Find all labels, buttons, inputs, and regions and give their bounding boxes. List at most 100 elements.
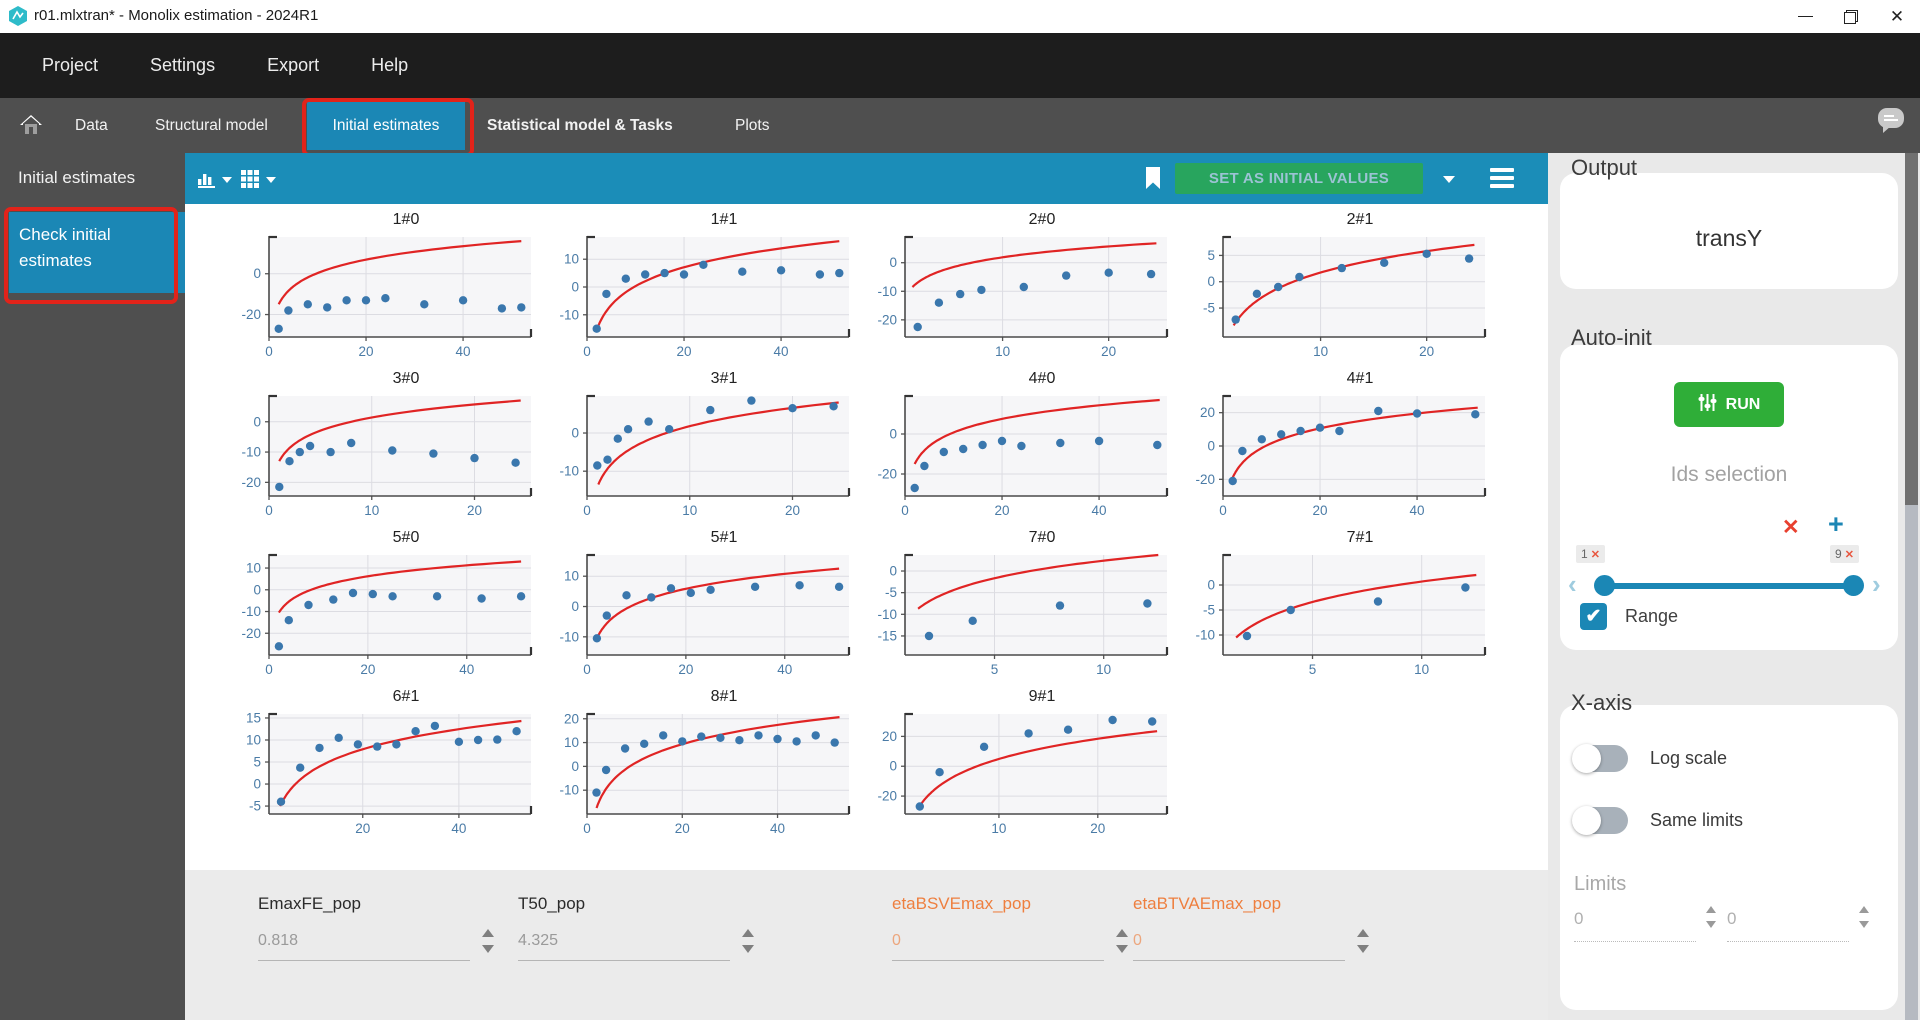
tab-data[interactable]: Data [75,98,108,153]
svg-text:0: 0 [1207,578,1215,593]
bookmark-icon[interactable] [1145,167,1161,194]
sidebar-item-check-initial-estimates[interactable]: Check initial estimates [9,212,185,293]
svg-text:0: 0 [1219,503,1227,518]
subplot-canvas: 10 20 5 0 -5 [1203,235,1487,359]
svg-text:10: 10 [991,821,1006,836]
slider-handle-max[interactable] [1843,575,1864,596]
slider-track[interactable] [1596,583,1862,589]
limit-min-stepper[interactable] [1704,903,1718,936]
subplot-2-0: 2#0 10 20 0 -10 -20 [863,207,1181,366]
slider-right-chevron-icon[interactable]: › [1872,571,1881,597]
svg-text:0: 0 [901,503,909,518]
add-ids-icon[interactable]: + [1828,511,1844,538]
output-selected-value[interactable]: transY [1560,225,1898,252]
parameter-stepper[interactable] [740,926,756,961]
slider-min-tag: 1 ✕ [1576,545,1605,563]
scrollbar-thumb[interactable] [1905,153,1918,505]
restore-button[interactable] [1828,0,1874,33]
svg-text:0: 0 [253,414,261,429]
svg-text:20: 20 [1090,821,1105,836]
parameter-stepper[interactable] [1355,926,1371,961]
subplot-1-0: 1#0 0 20 40 0 -20 [227,207,545,366]
svg-text:20: 20 [677,344,692,359]
chart-type-caret-icon[interactable] [222,177,232,183]
tab-structural-model[interactable]: Structural model [155,98,268,153]
svg-text:0: 0 [253,582,261,597]
subplot-canvas: 0 20 40 20 10 0 -10 [559,711,851,836]
monolix-logo-icon [8,6,28,26]
svg-text:-20: -20 [877,312,897,327]
subplot-canvas: 20 40 15 10 5 0 -5 [246,710,533,836]
svg-text:40: 40 [774,344,789,359]
limit-max-input[interactable] [1727,905,1849,942]
tab-statistical-model-tasks[interactable]: Statistical model & Tasks [487,98,673,153]
limit-max-stepper[interactable] [1857,903,1871,936]
set-as-initial-values-button[interactable]: SET AS INITIAL VALUES [1175,163,1423,194]
limit-min-input[interactable] [1574,905,1696,942]
svg-text:20: 20 [882,729,897,744]
range-checkbox[interactable]: ✔ [1580,603,1607,630]
subplot-canvas: 5 10 0 -5 -10 -15 [877,553,1169,677]
feedback-bubble-icon[interactable] [1876,106,1906,139]
svg-text:10: 10 [246,561,261,576]
minimize-button[interactable] [1782,0,1828,33]
same-limits-toggle[interactable] [1572,806,1628,835]
svg-text:5: 5 [1309,662,1317,677]
svg-text:10: 10 [995,344,1010,359]
set-values-caret-icon[interactable] [1443,176,1455,183]
tab-bar: Data Structural model Initial estimates … [0,98,1920,157]
menu-project[interactable]: Project [16,55,124,76]
svg-text:-10: -10 [241,604,261,619]
menu-export[interactable]: Export [241,55,345,76]
svg-text:-20: -20 [241,626,261,641]
parameter-value-input[interactable] [892,928,1104,961]
run-button[interactable]: RUN [1674,382,1784,427]
sidebar-title: Initial estimates [18,168,136,187]
svg-text:-10: -10 [241,445,261,460]
close-button[interactable]: ✕ [1874,0,1920,33]
main-area: SET AS INITIAL VALUES 1#0 0 20 40 0 -20 1#1 0 20… [185,153,1548,1020]
panel-scrollbar[interactable] [1905,153,1918,1020]
grid-layout-icon[interactable] [241,170,259,193]
plot-grid: 1#0 0 20 40 0 -20 1#1 0 20 40 10 0 -10 2#0 10 20 0 -10 -20… [227,207,1499,843]
x-axis-card: Log scale Same limits Limits [1560,705,1898,1010]
menu-bar: Project Settings Export Help [0,33,1920,98]
slider-left-chevron-icon[interactable]: ‹ [1568,571,1577,597]
slider-handle-min[interactable] [1594,575,1615,596]
ids-selection-label: Ids selection [1670,463,1788,486]
parameter-stepper[interactable] [1114,926,1130,961]
subplot-4-1: 4#1 0 20 40 20 0 -20 [1181,366,1499,525]
parameter-value-input[interactable] [1133,928,1345,961]
hamburger-menu-icon[interactable] [1490,168,1514,192]
svg-text:0: 0 [583,662,591,677]
svg-text:0: 0 [583,344,591,359]
remove-ids-icon[interactable]: ✕ [1782,515,1800,540]
tab-plots[interactable]: Plots [735,98,769,153]
svg-text:20: 20 [1101,344,1116,359]
log-scale-toggle[interactable] [1572,744,1628,773]
svg-text:-10: -10 [559,783,579,798]
home-icon[interactable] [20,114,42,141]
grid-layout-caret-icon[interactable] [266,177,276,183]
ids-range-slider[interactable] [1594,575,1864,597]
menu-help[interactable]: Help [345,55,434,76]
svg-text:40: 40 [1410,503,1425,518]
settings-panel: Output transY Auto-init RUN Ids selectio… [1548,153,1920,1020]
subplot-canvas: 0 20 40 0 -20 [877,394,1169,518]
remove-max-icon[interactable]: ✕ [1845,549,1854,561]
tab-initial-estimates[interactable]: Initial estimates [307,101,465,150]
svg-text:10: 10 [682,503,697,518]
parameter-value-input[interactable] [518,928,730,961]
remove-min-icon[interactable]: ✕ [1591,549,1600,561]
parameter-stepper[interactable] [480,926,496,961]
svg-text:10: 10 [1313,344,1328,359]
menu-settings[interactable]: Settings [124,55,241,76]
svg-text:-10: -10 [1195,628,1215,643]
parameter-value-input[interactable] [258,928,470,961]
window-title: r01.mlxtran* - Monolix estimation - 2024… [34,7,319,24]
chart-type-icon[interactable] [197,170,216,193]
subplot-title: 3#1 [710,370,738,387]
subplot-canvas: 0 20 40 10 0 -10 -20 [241,553,533,677]
svg-text:0: 0 [583,503,591,518]
svg-text:-5: -5 [249,799,261,814]
